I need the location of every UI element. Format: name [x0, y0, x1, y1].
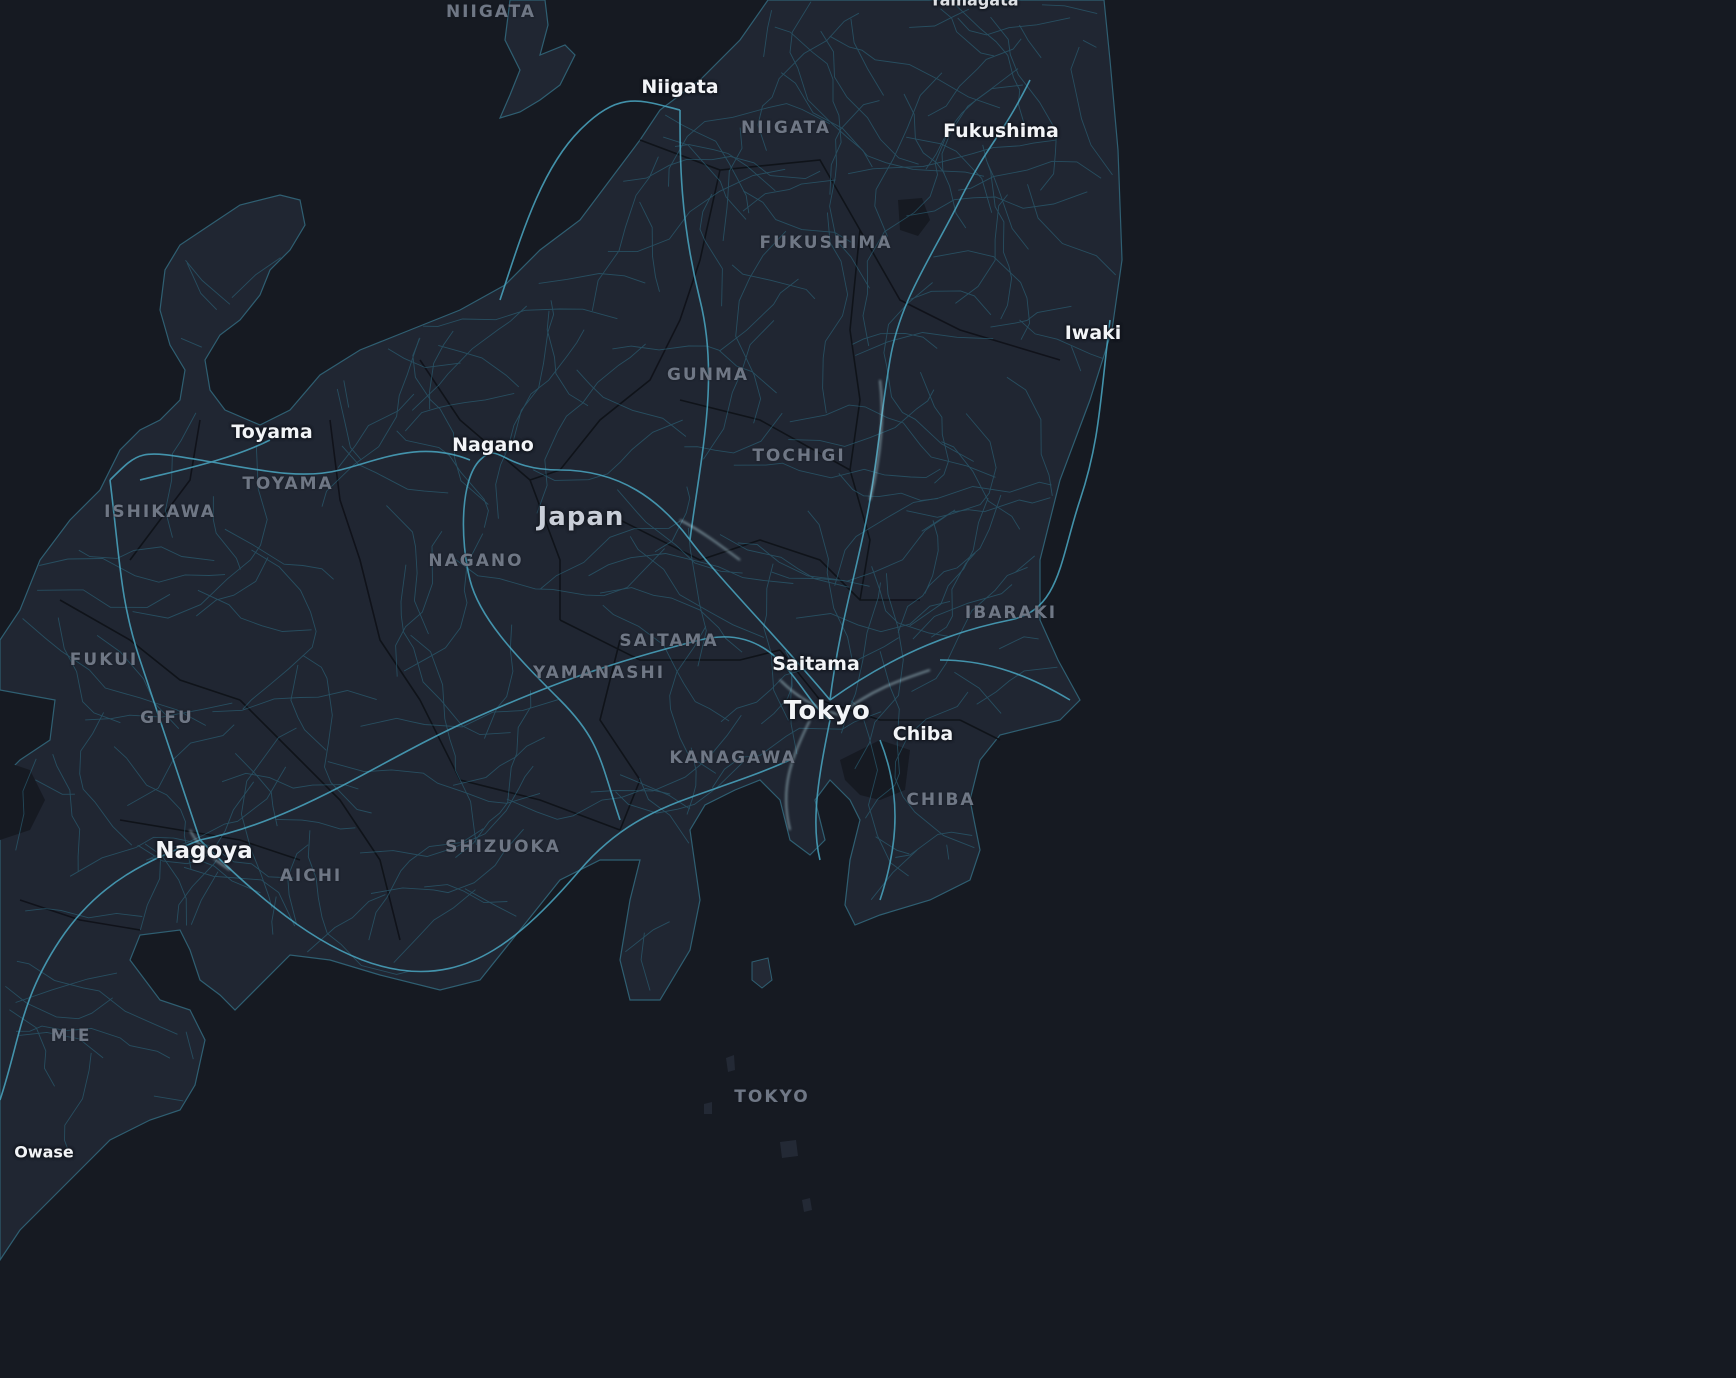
- label-city-owase: Owase: [14, 1142, 74, 1162]
- label-prefecture-shizuoka: SHIZUOKA: [445, 837, 561, 857]
- label-prefecture-ishikawa: ISHIKAWA: [104, 502, 216, 522]
- label-prefecture-ibaraki: IBARAKI: [964, 603, 1058, 623]
- label-city-tokyo: Tokyo: [783, 696, 871, 726]
- label-prefecture-niigata: NIIGATA: [740, 118, 832, 138]
- label-city-nagano: Nagano: [452, 434, 534, 456]
- label-prefecture-nagano: NAGANO: [428, 551, 524, 571]
- label-city-niigata: Niigata: [641, 76, 719, 98]
- basemap: [0, 0, 1736, 1378]
- land-island-small-3: [780, 1140, 798, 1158]
- label-prefecture-fukushima: FUKUSHIMA: [759, 233, 893, 253]
- label-prefecture-chiba: CHIBA: [906, 790, 976, 810]
- label-prefecture-saitama: SAITAMA: [619, 631, 719, 651]
- label-prefecture-kanagawa: KANAGAWA: [669, 748, 797, 768]
- label-city-chiba: Chiba: [892, 723, 954, 745]
- label-prefecture-aichi: AICHI: [279, 866, 343, 886]
- label-city-iwaki: Iwaki: [1064, 322, 1122, 344]
- label-prefecture-niigata-top: NIIGATA: [445, 2, 537, 22]
- label-prefecture-mie: MIE: [50, 1026, 92, 1046]
- label-city-yamagata-partial: Yamagata: [929, 0, 1019, 10]
- label-prefecture-tochigi: TOCHIGI: [752, 446, 846, 466]
- label-prefecture-yamanashi: YAMANASHI: [532, 663, 666, 683]
- label-prefecture-gunma: GUNMA: [666, 365, 750, 385]
- label-city-saitama: Saitama: [772, 653, 860, 675]
- map-canvas[interactable]: NIIGATA Yamagata Niigata NIIGATA Fukushi…: [0, 0, 1736, 1378]
- land-island-small-2: [704, 1102, 712, 1114]
- label-prefecture-tokyo-islands: TOKYO: [734, 1087, 810, 1107]
- label-prefecture-gifu: GIFU: [140, 708, 194, 728]
- label-city-toyama: Toyama: [231, 421, 313, 443]
- label-city-nagoya: Nagoya: [155, 838, 253, 864]
- label-prefecture-fukui: FUKUI: [69, 650, 139, 670]
- label-city-fukushima: Fukushima: [943, 120, 1059, 142]
- label-prefecture-toyama: TOYAMA: [242, 474, 334, 494]
- label-country-japan: Japan: [537, 502, 625, 532]
